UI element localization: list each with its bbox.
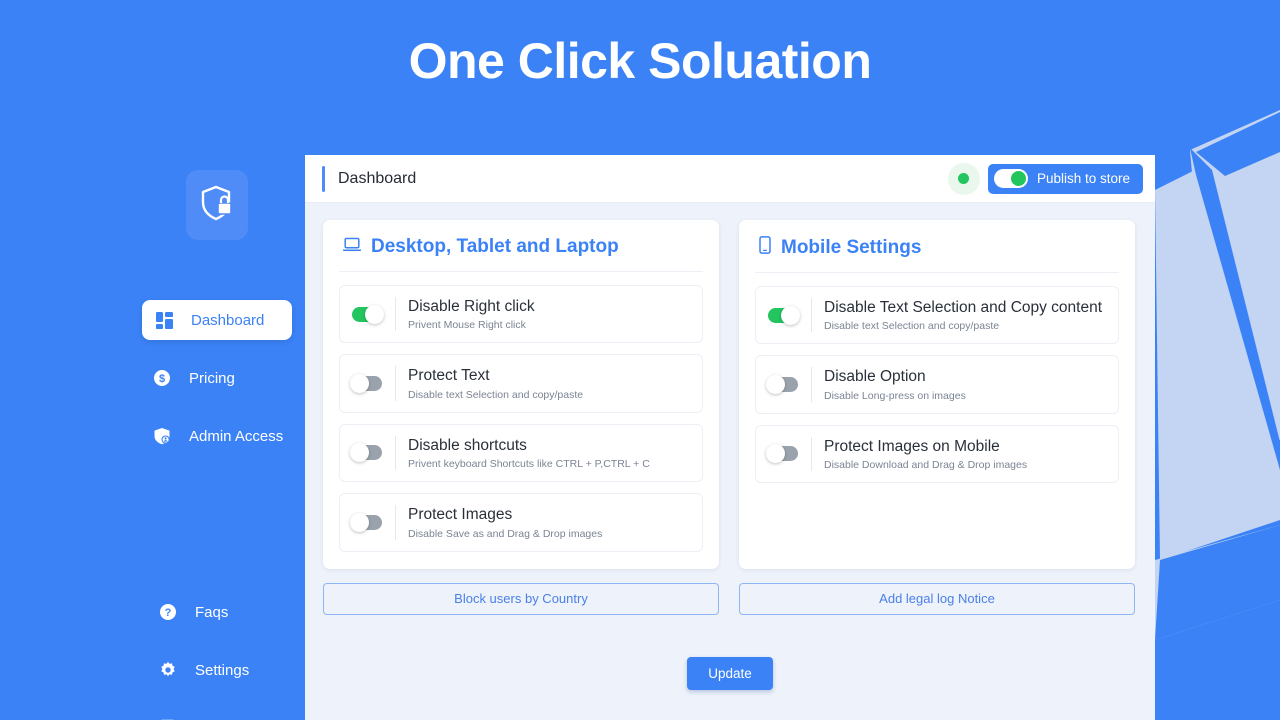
shield-user-icon xyxy=(152,426,172,446)
setting-title: Protect Text xyxy=(408,367,490,385)
sidebar-item-faqs[interactable]: ? Faqs xyxy=(146,592,298,632)
sidebar-item-pricing[interactable]: $ Pricing xyxy=(140,358,292,398)
brand-logo xyxy=(186,170,248,240)
panel-header: Mobile Settings xyxy=(755,236,1119,273)
green-status-dot xyxy=(958,173,970,184)
setting-row[interactable]: Disable Text Selection and Copy content … xyxy=(755,286,1119,345)
sidebar-item-label: Admin Access xyxy=(189,427,284,445)
publish-toggle[interactable] xyxy=(993,169,1028,188)
setting-row[interactable]: Disable Option Disable Long-press on ima… xyxy=(755,355,1119,414)
setting-subtitle: Disable text Selection and copy/paste xyxy=(824,320,1000,333)
topbar-title: Dashboard xyxy=(338,169,417,187)
panel-title: Mobile Settings xyxy=(781,236,922,258)
sidebar-item-label: Dashboard xyxy=(191,311,265,329)
shield-lock-icon xyxy=(200,185,234,226)
page-title: One Click Soluation xyxy=(408,33,872,89)
main-content: Dashboard Publish to store Desktop, Tabl… xyxy=(305,155,1155,720)
setting-row[interactable]: Protect Images Disable Save as and Drag … xyxy=(339,493,703,552)
svg-text:?: ? xyxy=(165,607,172,619)
setting-text: Protect Images Disable Save as and Drag … xyxy=(395,505,603,540)
setting-title: Protect Images xyxy=(408,506,513,524)
sidebar-item-dashboard[interactable]: Dashboard xyxy=(142,300,292,340)
setting-row[interactable]: Protect Text Disable text Selection and … xyxy=(339,354,703,413)
sidebar-item-label: Pricing xyxy=(189,369,235,387)
setting-title: Disable Option xyxy=(824,368,926,386)
mobile-phone-icon xyxy=(759,236,771,259)
sidebar-item-settings[interactable]: Settings xyxy=(146,650,298,690)
setting-text: Disable Text Selection and Copy content … xyxy=(811,298,1103,333)
secondary-actions: Block users by Country Add legal log Not… xyxy=(305,569,1155,615)
update-button[interactable]: Update xyxy=(687,656,773,690)
toggle-protect-text[interactable] xyxy=(350,374,382,394)
publish-to-store-label: Publish to store xyxy=(1036,171,1130,186)
toggle-disable-option[interactable] xyxy=(766,375,798,395)
toggle-disable-text-selection[interactable] xyxy=(768,305,800,325)
desktop-settings-panel: Desktop, Tablet and Laptop Disable Right… xyxy=(323,220,719,569)
topbar: Dashboard Publish to store xyxy=(305,155,1155,203)
setting-title: Protect Images on Mobile xyxy=(824,437,1000,455)
toggle-protect-images-mobile[interactable] xyxy=(766,444,798,464)
question-circle-icon: ? xyxy=(158,602,178,622)
sidebar-nav-primary: Dashboard $ Pricing Admin Access xyxy=(0,300,305,474)
sidebar-item-label: Settings xyxy=(195,661,250,679)
sidebar-item-logout[interactable]: Logout xyxy=(146,708,298,720)
sidebar-nav-secondary: ? Faqs Settings Logout xyxy=(0,592,305,720)
setting-text: Protect Text Disable text Selection and … xyxy=(395,366,584,401)
setting-subtitle: Disable Long-press on images xyxy=(824,389,966,402)
block-users-by-country-button[interactable]: Block users by Country xyxy=(323,582,719,615)
grid-dashboard-icon xyxy=(154,310,174,330)
publish-to-store-button[interactable]: Publish to store xyxy=(987,163,1143,194)
sidebar-item-label: Faqs xyxy=(195,603,229,621)
setting-title: Disable shortcuts xyxy=(408,436,527,454)
topbar-accent-bar xyxy=(322,165,325,192)
add-legal-log-notice-button[interactable]: Add legal log Notice xyxy=(739,582,1135,615)
settings-panels: Desktop, Tablet and Laptop Disable Right… xyxy=(305,203,1155,569)
setting-text: Disable Option Disable Long-press on ima… xyxy=(811,367,966,402)
setting-row[interactable]: Disable Right click Privent Mouse Right … xyxy=(339,285,703,344)
toggle-disable-shortcuts[interactable] xyxy=(350,443,382,463)
setting-row[interactable]: Disable shortcuts Privent keyboard Short… xyxy=(339,423,703,483)
sidebar-item-admin-access[interactable]: Admin Access xyxy=(140,416,292,456)
setting-subtitle: Disable Download and Drag & Drop images xyxy=(824,459,1028,472)
update-action-row: Update xyxy=(305,615,1155,690)
status-badge xyxy=(947,162,980,195)
laptop-icon xyxy=(342,237,362,258)
setting-subtitle: Disable Save as and Drag & Drop images xyxy=(408,527,603,540)
gear-icon xyxy=(158,660,178,680)
panel-title: Desktop, Tablet and Laptop xyxy=(371,236,619,257)
setting-row[interactable]: Protect Images on Mobile Disable Downloa… xyxy=(755,424,1119,484)
setting-subtitle: Privent Mouse Right click xyxy=(408,319,526,332)
setting-text: Disable Right click Privent Mouse Right … xyxy=(395,297,535,332)
setting-subtitle: Privent keyboard Shortcuts like CTRL + P… xyxy=(408,458,650,471)
svg-text:$: $ xyxy=(159,373,165,385)
setting-title: Disable Right click xyxy=(408,298,535,315)
setting-title: Disable Text Selection and Copy content xyxy=(824,299,1103,316)
mobile-settings-panel: Mobile Settings Disable Text Selection a… xyxy=(739,220,1135,569)
toggle-disable-right-click[interactable] xyxy=(352,304,384,324)
sidebar: Dashboard $ Pricing Admin Access ? Faqs … xyxy=(0,120,305,720)
toggle-protect-images[interactable] xyxy=(350,512,382,532)
setting-text: Disable shortcuts Privent keyboard Short… xyxy=(395,435,650,471)
panel-header: Desktop, Tablet and Laptop xyxy=(339,236,703,272)
setting-subtitle: Disable text Selection and copy/paste xyxy=(408,388,584,401)
setting-text: Protect Images on Mobile Disable Downloa… xyxy=(811,436,1028,472)
dollar-circle-icon: $ xyxy=(152,368,172,388)
